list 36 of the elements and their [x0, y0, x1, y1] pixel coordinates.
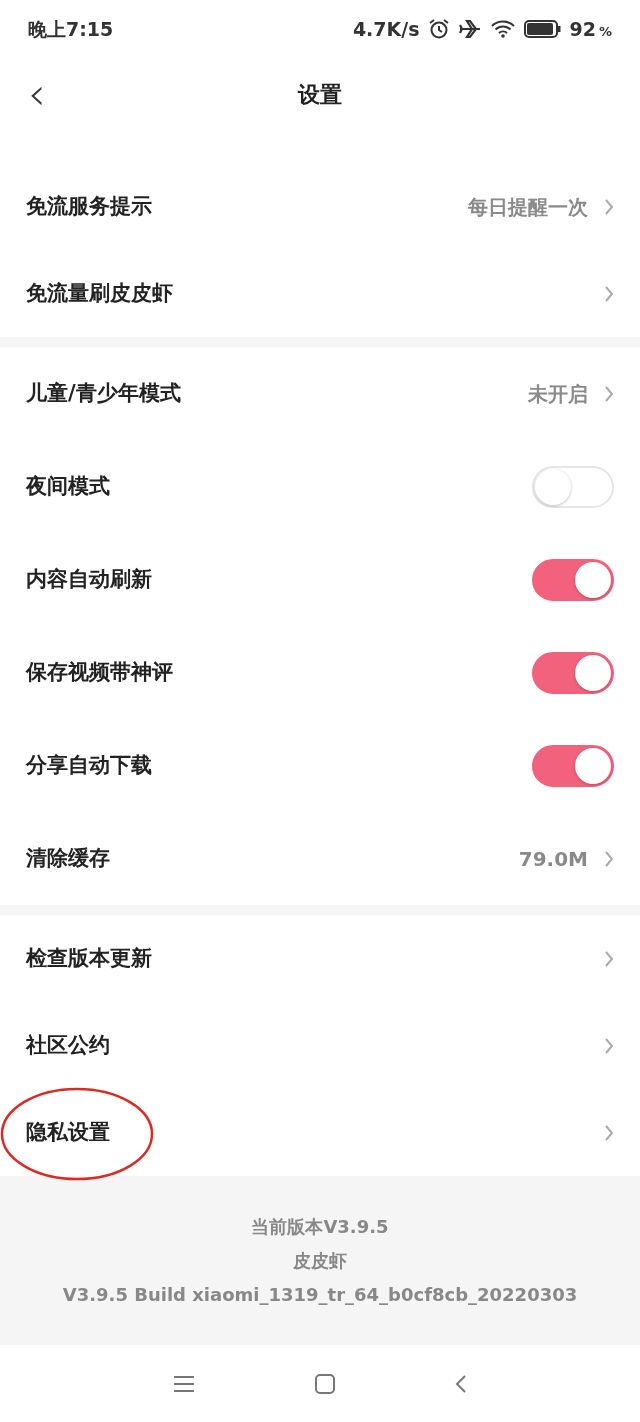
setting-label: 检查版本更新 — [26, 944, 152, 972]
toggle-switch[interactable] — [532, 651, 614, 694]
airplane-icon — [457, 19, 482, 39]
battery-icon — [523, 19, 562, 39]
setting-label: 内容自动刷新 — [26, 565, 152, 593]
setting-label: 免流服务提示 — [26, 192, 152, 220]
setting-label: 隐私设置 — [26, 1118, 110, 1146]
network-speed: 4.7K/s — [352, 16, 420, 42]
page-title: 设置 — [298, 80, 342, 109]
chevron-icon[interactable] — [604, 849, 614, 868]
status-time: 晚上7:15 — [28, 16, 114, 42]
setting-label: 夜间模式 — [26, 472, 110, 500]
setting-label: 免流量刷皮皮虾 — [26, 279, 173, 307]
wifi-icon — [489, 19, 516, 39]
chevron-icon[interactable] — [604, 197, 614, 216]
version-text: 当前版本V3.9.5 — [251, 1214, 389, 1239]
setting-value: 79.0M — [518, 845, 588, 873]
chevron-icon[interactable] — [604, 384, 614, 403]
chevron-icon[interactable] — [604, 1036, 614, 1055]
toggle-switch[interactable] — [532, 744, 614, 787]
toggle-switch[interactable] — [532, 558, 614, 601]
setting-label: 分享自动下载 — [26, 751, 152, 779]
setting-label: 社区公约 — [26, 1031, 110, 1059]
setting-label: 清除缓存 — [26, 844, 110, 872]
alarm-icon — [427, 18, 450, 40]
back-button[interactable]: ‹ — [22, 72, 52, 116]
chevron-icon[interactable] — [604, 949, 614, 968]
chevron-icon[interactable] — [604, 284, 614, 303]
version-text: V3.9.5 Build xiaomi_1319_tr_64_b0cf8cb_20220303 — [62, 1282, 578, 1307]
battery-percent: 92% — [569, 16, 612, 42]
version-text: 皮皮虾 — [293, 1248, 347, 1273]
setting-label: 保存视频带神评 — [26, 658, 173, 686]
setting-value: 每日提醒一次 — [468, 193, 588, 221]
setting-value: 未开启 — [528, 380, 588, 408]
chevron-icon[interactable] — [604, 1123, 614, 1142]
setting-label: 儿童/青少年模式 — [26, 379, 181, 407]
